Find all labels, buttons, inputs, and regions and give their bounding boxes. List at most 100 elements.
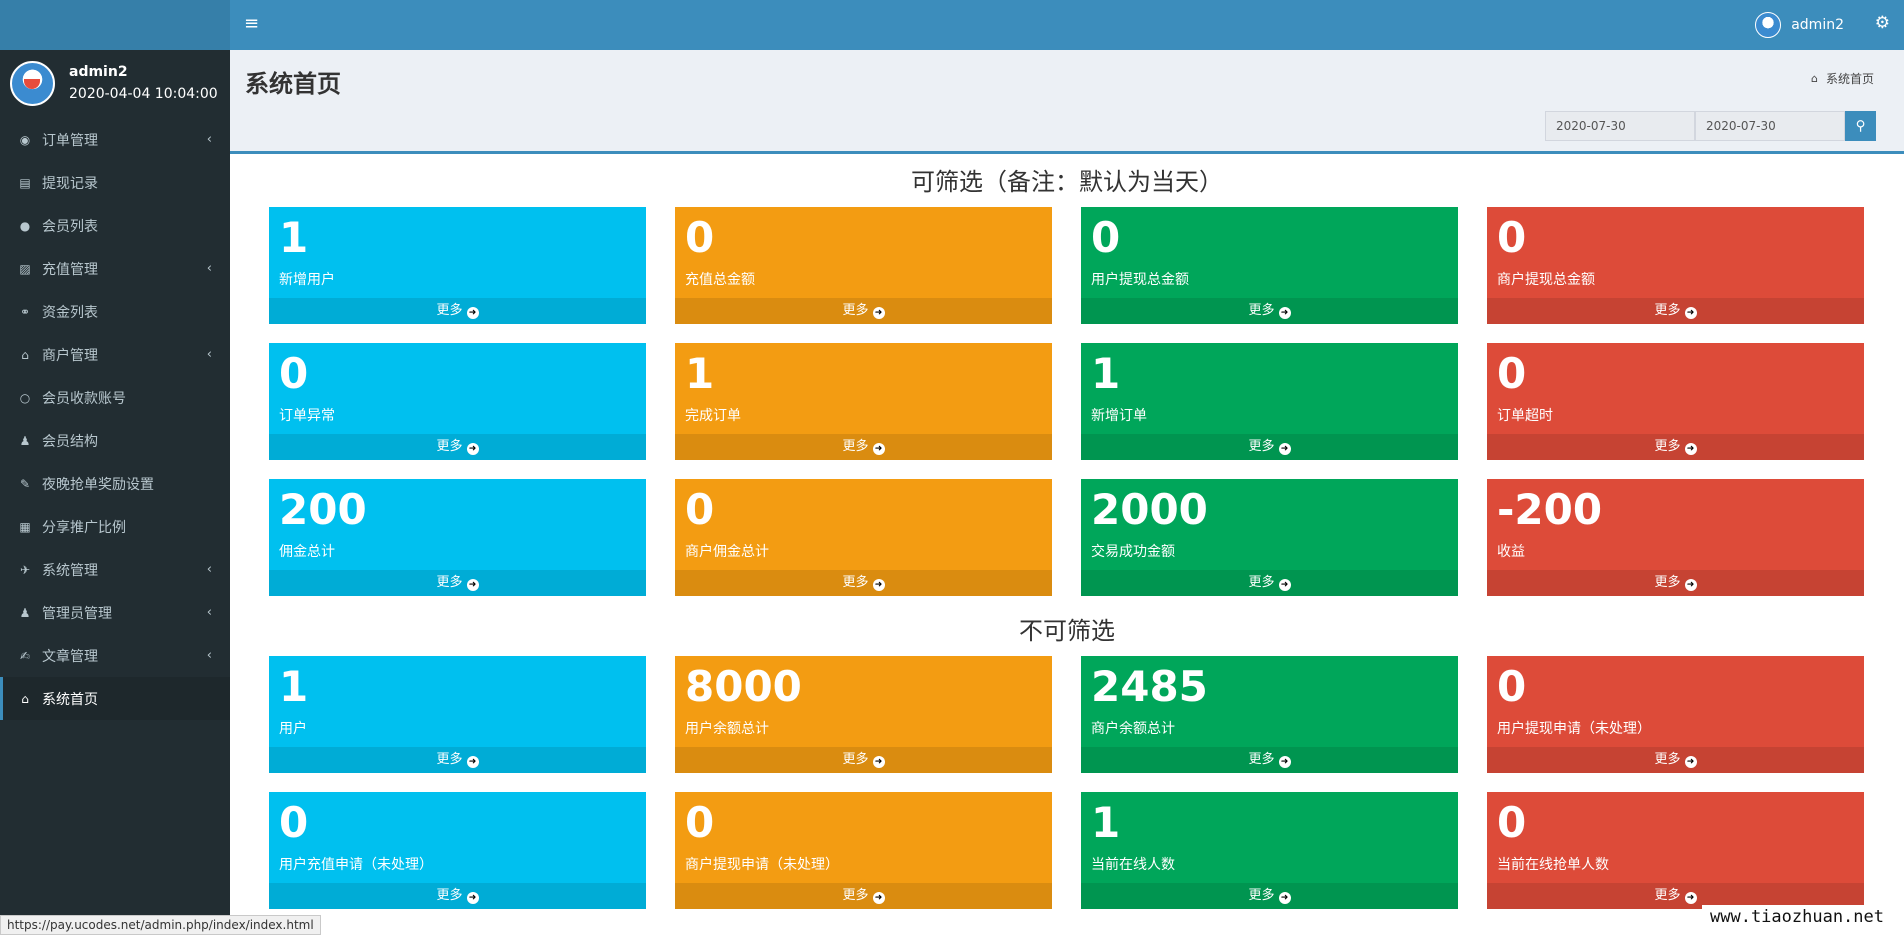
more-label: 更多 [436, 439, 463, 454]
stat-value: 0 [685, 213, 715, 262]
more-label: 更多 [1654, 888, 1681, 903]
more-link[interactable]: 更多 ➜ [269, 747, 646, 773]
stat-value: 0 [1497, 213, 1527, 262]
stat-value: 0 [685, 485, 715, 534]
sidebar-item-label: 管理员管理 [42, 605, 112, 622]
more-label: 更多 [436, 575, 463, 590]
sidebar-item[interactable]: ♟ 管理员管理 ‹ [0, 591, 230, 634]
more-link[interactable]: 更多 ➜ [675, 883, 1052, 909]
stat-label: 商户提现总金额 [1497, 272, 1595, 288]
menu-icon: ● [19, 218, 31, 233]
more-label: 更多 [1248, 439, 1275, 454]
more-link[interactable]: 更多 ➜ [1487, 570, 1864, 596]
sidebar-item[interactable]: ◉ 订单管理 ‹ [0, 118, 230, 161]
sidebar-item[interactable]: ✍ 文章管理 ‹ [0, 634, 230, 677]
arrow-circle-right-icon: ➜ [1278, 756, 1291, 768]
top-user-menu[interactable]: admin2 [1755, 12, 1844, 38]
more-link[interactable]: 更多 ➜ [269, 298, 646, 324]
more-link[interactable]: 更多 ➜ [1081, 883, 1458, 909]
more-label: 更多 [842, 888, 869, 903]
dashboard-panel: 可筛选（备注：默认为当天） 不可筛选 1 新增用户 更多 ➜ 0 充值总金额 更多 ➜ 0 用户提… [230, 151, 1904, 935]
more-link[interactable]: 更多 ➜ [1487, 747, 1864, 773]
more-link[interactable]: 更多 ➜ [269, 434, 646, 460]
stat-value: 0 [1497, 349, 1527, 398]
section-title-filterable: 可筛选（备注：默认为当天） [911, 168, 1223, 196]
sidebar-item-label: 系统管理 [42, 562, 98, 579]
sidebar-item[interactable]: ♟ 会员结构 [0, 419, 230, 462]
stat-card: 0 用户充值申请（未处理） 更多 ➜ [269, 792, 646, 909]
menu-icon: ◉ [19, 132, 31, 147]
stat-card: 1 当前在线人数 更多 ➜ [1081, 792, 1458, 909]
menu-icon: ✎ [19, 476, 31, 491]
sidebar-item[interactable]: ○ 会员收款账号 [0, 376, 230, 419]
stat-value: 0 [685, 798, 715, 847]
search-button[interactable]: ⚲ [1845, 111, 1876, 141]
arrow-circle-right-icon: ➜ [1278, 892, 1291, 904]
sidebar-item[interactable]: ✈ 系统管理 ‹ [0, 548, 230, 591]
menu-icon: ⌂ [21, 691, 29, 706]
more-link[interactable]: 更多 ➜ [1487, 434, 1864, 460]
breadcrumb-current: 系统首页 [1825, 72, 1874, 86]
stat-card: 200 佣金总计 更多 ➜ [269, 479, 646, 596]
date-to-input[interactable] [1695, 111, 1845, 141]
more-link[interactable]: 更多 ➜ [269, 883, 646, 909]
more-link[interactable]: 更多 ➜ [269, 570, 646, 596]
more-link[interactable]: 更多 ➜ [675, 434, 1052, 460]
stat-label: 订单超时 [1497, 408, 1553, 424]
more-link[interactable]: 更多 ➜ [1081, 747, 1458, 773]
sidebar-item-label: 商户管理 [42, 347, 98, 364]
sidebar-item-label: 会员结构 [42, 433, 98, 450]
date-from-input[interactable] [1545, 111, 1695, 141]
arrow-circle-right-icon: ➜ [466, 756, 479, 768]
chevron-left-icon: ‹ [206, 605, 212, 620]
more-label: 更多 [436, 752, 463, 767]
stat-card: 1 完成订单 更多 ➜ [675, 343, 1052, 460]
sidebar-toggle-icon[interactable]: ≡ [244, 13, 259, 34]
stat-card: 1 新增订单 更多 ➜ [1081, 343, 1458, 460]
more-link[interactable]: 更多 ➜ [675, 747, 1052, 773]
stat-card: 0 商户佣金总计更多 ➜ [675, 479, 1052, 596]
stat-value: 1 [1091, 798, 1121, 847]
stat-label: 当前在线抢单人数 [1497, 857, 1609, 873]
stat-label: 交易成功金额 [1091, 544, 1175, 560]
sidebar-item[interactable]: ▨ 充值管理 ‹ [0, 247, 230, 290]
sidebar-item[interactable]: ⌂ 系统首页 [0, 677, 230, 720]
logo-area[interactable] [0, 0, 230, 50]
more-label: 更多 [1248, 303, 1275, 318]
sidebar-item-label: 会员列表 [42, 218, 98, 235]
more-link[interactable]: 更多 ➜ [1081, 570, 1458, 596]
stat-card: -200 收益 更多 ➜ [1487, 479, 1864, 596]
more-link[interactable]: 更多 ➜ [1081, 298, 1458, 324]
more-link[interactable]: 更多 ➜ [1487, 298, 1864, 324]
stat-value: 1 [279, 213, 309, 262]
sidebar-item-label: 提现记录 [42, 175, 98, 192]
stat-label: 完成订单 [685, 408, 741, 424]
settings-gear-icon[interactable]: ⚙ [1875, 13, 1890, 33]
more-label: 更多 [1654, 575, 1681, 590]
menu-icon: ▨ [19, 261, 31, 276]
sidebar-item[interactable]: ▤ 提现记录 [0, 161, 230, 204]
more-label: 更多 [842, 752, 869, 767]
stat-label: 订单异常 [279, 408, 335, 424]
stat-card: 2000 交易成功金额 更多 ➜ [1081, 479, 1458, 596]
more-label: 更多 [842, 303, 869, 318]
stat-label: 商户提现申请（未处理） [685, 857, 839, 873]
stat-value: 0 [1091, 213, 1121, 262]
sidebar-item-label: 充值管理 [42, 261, 98, 278]
sidebar-item[interactable]: ⚭ 资金列表 [0, 290, 230, 333]
chevron-left-icon: ‹ [206, 347, 212, 362]
user-avatar [10, 60, 55, 106]
more-link[interactable]: 更多 ➜ [1081, 434, 1458, 460]
stat-label: 商户余额总计 [1091, 721, 1175, 737]
more-label: 更多 [1654, 752, 1681, 767]
sidebar-item[interactable]: ✎ 夜晚抢单奖励设置 [0, 462, 230, 505]
stat-value: 0 [279, 349, 309, 398]
more-link[interactable]: 更多 ➜ [675, 298, 1052, 324]
arrow-circle-right-icon: ➜ [1278, 443, 1291, 455]
more-link[interactable]: 更多 ➜ [675, 570, 1052, 596]
sidebar-item[interactable]: ▦ 分享推广比例 [0, 505, 230, 548]
sidebar-item[interactable]: ● 会员列表 [0, 204, 230, 247]
stat-label: 商户佣金总计 [685, 544, 769, 560]
home-icon[interactable]: ⌂ [1811, 72, 1818, 85]
sidebar-item[interactable]: ⌂ 商户管理 ‹ [0, 333, 230, 376]
